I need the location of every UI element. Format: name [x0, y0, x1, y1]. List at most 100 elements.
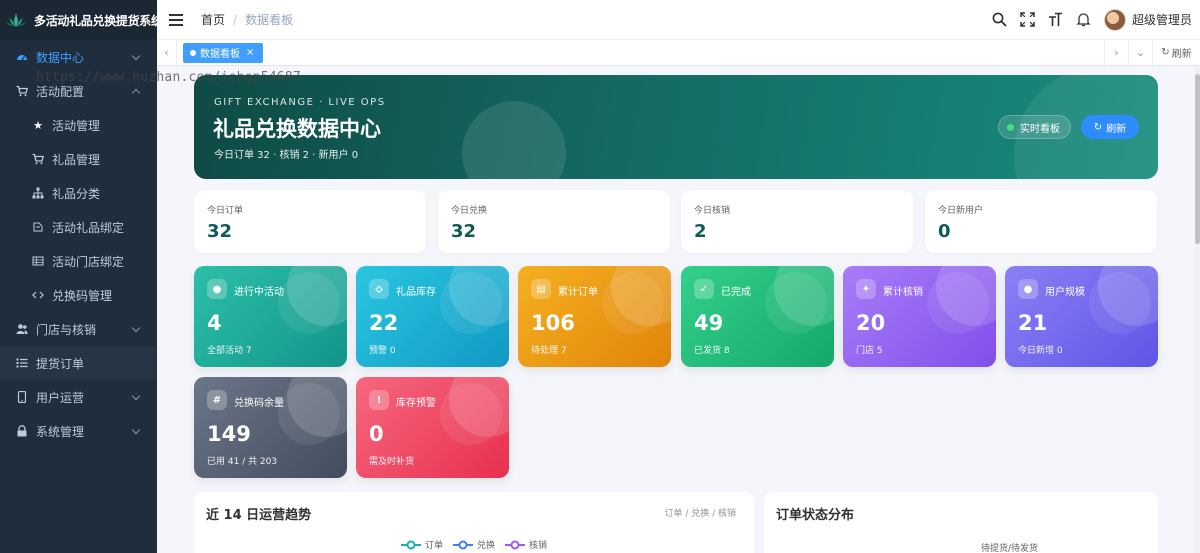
sidebar-item-gift-manage[interactable]: 礼品管理: [0, 142, 157, 176]
sidebar-item-activity-gift-bind[interactable]: 活动礼品绑定: [0, 210, 157, 244]
bell-icon[interactable]: [1076, 12, 1092, 28]
cart-icon: [16, 85, 28, 97]
hero-refresh-label: 刷新: [1106, 123, 1127, 135]
kpi-title: 已完成: [721, 287, 751, 298]
tags-refresh-label: 刷新: [1171, 49, 1192, 60]
kpi-card[interactable]: ✦ 累计核销 20 门店 5: [843, 266, 996, 367]
kpi-card[interactable]: ✓ 已完成 49 已发货 8: [681, 266, 834, 367]
tags-scroll-right-icon[interactable]: ›: [1104, 40, 1128, 65]
kpi-icon: ✦: [856, 279, 876, 299]
tree-icon: [32, 187, 44, 199]
kpi-title: 进行中活动: [234, 287, 284, 298]
stat-card: 今日订单 32: [194, 190, 426, 253]
sidebar-item-data-center[interactable]: 数据中心: [0, 40, 157, 74]
app-logo-bar[interactable]: 多活动礼品兑换提货系统: [0, 0, 157, 40]
sidebar: 多活动礼品兑换提货系统 数据中心 活动配置 ★ 活动管理 礼品管理 礼品分类 活…: [0, 0, 157, 553]
kpi-icon: ✓: [694, 279, 714, 299]
kpi-icon: ●: [1018, 279, 1038, 299]
tags-scroll-left-icon[interactable]: ‹: [157, 40, 177, 65]
stat-label: 今日核销: [694, 206, 731, 216]
kpi-subtext: 预警 0: [369, 346, 396, 356]
main-content: GIFT EXCHANGE · LIVE OPS 礼品兑换数据中心 今日订单 3…: [157, 66, 1200, 553]
scrollbar-thumb[interactable]: [1195, 74, 1200, 244]
sidebar-item-gift-category[interactable]: 礼品分类: [0, 176, 157, 210]
breadcrumb-home[interactable]: 首页: [201, 11, 225, 28]
kpi-value: 4: [207, 311, 222, 335]
grid-icon: [32, 255, 44, 267]
tags-refresh-button[interactable]: ↻ 刷新: [1152, 40, 1200, 65]
user-name[interactable]: 超级管理员: [1132, 11, 1192, 28]
kpi-card[interactable]: ! 库存预警 0 需及时补货: [356, 377, 509, 478]
tags-view-bar: ‹ 数据看板 × › ⌄ ↻ 刷新: [157, 40, 1200, 66]
phone-icon: [16, 391, 28, 403]
sidebar-item-activity-manage[interactable]: ★ 活动管理: [0, 108, 157, 142]
live-status-dot: [1007, 123, 1014, 131]
kpi-card[interactable]: ⬦ 礼品库存 22 预警 0: [356, 266, 509, 367]
sidebar-item-label: 兑换码管理: [52, 288, 113, 303]
users-icon: [16, 323, 28, 335]
legend-item[interactable]: 订单: [401, 538, 443, 551]
chevron-down-icon: [131, 425, 141, 435]
legend-item[interactable]: 兑换: [453, 538, 495, 551]
kpi-subtext: 待处理 7: [531, 346, 567, 356]
font-size-icon[interactable]: [1048, 12, 1064, 28]
kpi-value: 21: [1018, 311, 1048, 335]
search-icon[interactable]: [992, 12, 1008, 28]
kpi-subtext: 已用 41 / 共 203: [207, 457, 278, 467]
sidebar-item-activity-store-bind[interactable]: 活动门店绑定: [0, 244, 157, 278]
kpi-title: 累计核销: [883, 287, 923, 298]
sidebar-item-user-ops[interactable]: 用户运营: [0, 380, 157, 414]
kpi-title: 用户规模: [1045, 287, 1085, 298]
sidebar-item-pickup-orders[interactable]: 提货订单: [0, 346, 157, 380]
stat-value: 32: [207, 221, 233, 242]
kpi-subtext: 今日新增 0: [1018, 346, 1063, 356]
kpi-icon: !: [369, 390, 389, 410]
kpi-value: 0: [369, 422, 384, 446]
legend-marker-icon: [401, 540, 421, 549]
refresh-icon: ↻: [1161, 47, 1170, 58]
sidebar-item-code-manage[interactable]: 兑换码管理: [0, 278, 157, 312]
fullscreen-icon[interactable]: [1020, 12, 1036, 28]
sidebar-item-label: 礼品管理: [52, 152, 101, 167]
tag-label: 数据看板: [200, 49, 240, 60]
kpi-title: 兑换码余量: [234, 398, 284, 409]
hero-refresh-button[interactable]: ↻ 刷新: [1081, 115, 1139, 139]
kpi-card[interactable]: ● 进行中活动 4 全部活动 7: [194, 266, 347, 367]
close-icon[interactable]: ×: [246, 47, 254, 58]
hamburger-icon[interactable]: [169, 13, 183, 26]
stat-card: 今日兑换 32: [438, 190, 670, 253]
kpi-card[interactable]: ● 用户规模 21 今日新增 0: [1005, 266, 1158, 367]
sidebar-item-activity-config[interactable]: 活动配置: [0, 74, 157, 108]
stat-card: 今日核销 2: [681, 190, 913, 253]
legend-marker-icon: [453, 540, 474, 549]
lock-icon: [16, 425, 28, 437]
sidebar-item-system-manage[interactable]: 系统管理: [0, 414, 157, 448]
navbar-actions: 超级管理员: [980, 8, 1200, 31]
trend-panel-meta: 订单 / 兑换 / 核销: [664, 509, 736, 519]
list-icon: [16, 357, 28, 369]
stat-label: 今日兑换: [451, 206, 488, 216]
tags-dropdown-chevron-icon[interactable]: ⌄: [1128, 40, 1152, 65]
chart-legend: 订单 兑换 核销: [401, 538, 557, 551]
avatar[interactable]: [1103, 8, 1126, 31]
kpi-icon: ●: [207, 279, 227, 299]
kpi-value: 149: [207, 422, 251, 446]
sidebar-item-label: 数据中心: [36, 50, 85, 65]
kpi-card[interactable]: ▤ 累计订单 106 待处理 7: [518, 266, 671, 367]
kpi-card[interactable]: # 兑换码余量 149 已用 41 / 共 203: [194, 377, 347, 478]
sidebar-item-label: 活动管理: [52, 118, 101, 133]
refresh-icon: ↻: [1093, 121, 1103, 133]
stat-value: 0: [938, 221, 951, 242]
legend-item[interactable]: 核销: [505, 538, 547, 551]
sidebar-item-label: 用户运营: [36, 390, 85, 405]
lotus-logo-icon: [6, 13, 26, 27]
code-icon: [32, 289, 44, 301]
sidebar-item-label: 门店与核销: [36, 322, 97, 337]
legend-label: 核销: [529, 541, 548, 551]
breadcrumb-separator: /: [233, 12, 238, 27]
dashboard-icon: [16, 51, 28, 63]
main-scrollbar[interactable]: [1195, 66, 1200, 553]
sidebar-item-store-verify[interactable]: 门店与核销: [0, 312, 157, 346]
tag-dashboard[interactable]: 数据看板 ×: [183, 42, 264, 63]
live-dashboard-badge[interactable]: 实时看板: [998, 115, 1071, 139]
